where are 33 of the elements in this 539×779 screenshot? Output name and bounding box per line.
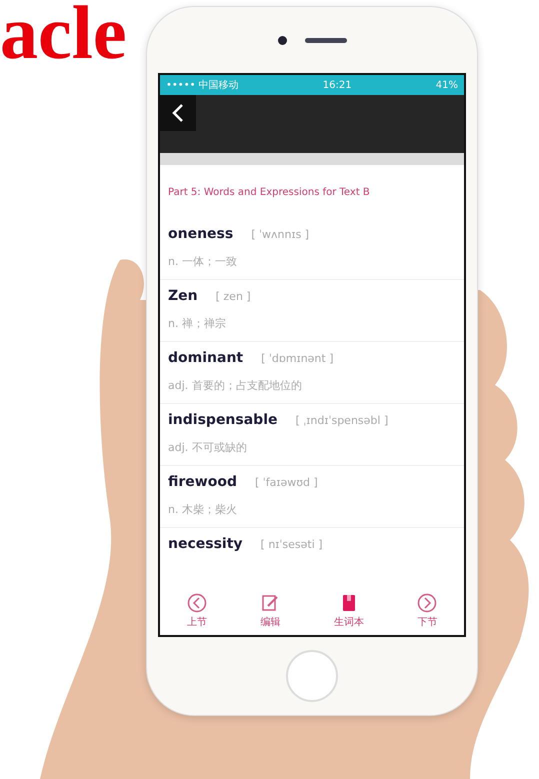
section-title: Part 5: Words and Expressions for Text B xyxy=(167,186,371,200)
meaning-label: n. 一体；一致 xyxy=(168,254,238,269)
carrier-label: ••••• 中国移动 xyxy=(166,78,239,92)
notepad-pen-icon xyxy=(260,593,280,613)
word-label[interactable]: firewood xyxy=(168,474,237,490)
phonetic-label: [ ˈdɒmɪnənt ] xyxy=(261,352,334,365)
speaker-icon xyxy=(304,38,346,42)
phonetic-label: [ ˌɪndɪˈspensəbl ] xyxy=(296,414,388,427)
word-label[interactable]: dominant xyxy=(168,350,244,366)
battery-label: 41% xyxy=(436,80,458,90)
word-label[interactable]: oneness xyxy=(168,226,234,242)
right-chevron-circle-icon xyxy=(417,593,438,613)
word-label[interactable]: Zen xyxy=(168,288,198,304)
back-button[interactable] xyxy=(160,95,196,131)
phonetic-label: [ nɪˈsesəti ] xyxy=(260,538,323,551)
meaning-label: n. 禅；禅宗 xyxy=(168,316,227,331)
meaning-label: adj. 首要的；占支配地位的 xyxy=(168,378,303,393)
book-tab-button[interactable]: 生词本 xyxy=(334,593,364,629)
meaning-label: adj. 不可或缺的 xyxy=(168,440,248,455)
phonetic-label: [ ˈwʌnnɪs ] xyxy=(251,228,310,241)
back-icon xyxy=(172,103,184,123)
clock-label: 16:21 xyxy=(322,80,352,90)
phonetic-label: [ ˈfaɪəwʊd ] xyxy=(254,476,318,489)
meaning-label: n. 木柴；柴火 xyxy=(168,502,238,517)
word-label[interactable]: indispensable xyxy=(168,412,278,428)
next-tab-button[interactable]: 下节 xyxy=(417,593,438,629)
edit-tab-button[interactable]: 编辑 xyxy=(260,593,280,629)
left-chevron-circle-icon xyxy=(186,593,207,613)
word-label[interactable]: necessity xyxy=(168,536,243,552)
slide-title: acle xyxy=(0,0,127,76)
camera-icon xyxy=(278,36,286,44)
phonetic-label: [ zen ] xyxy=(216,290,251,303)
prev-tab-button[interactable]: 上节 xyxy=(186,593,207,629)
